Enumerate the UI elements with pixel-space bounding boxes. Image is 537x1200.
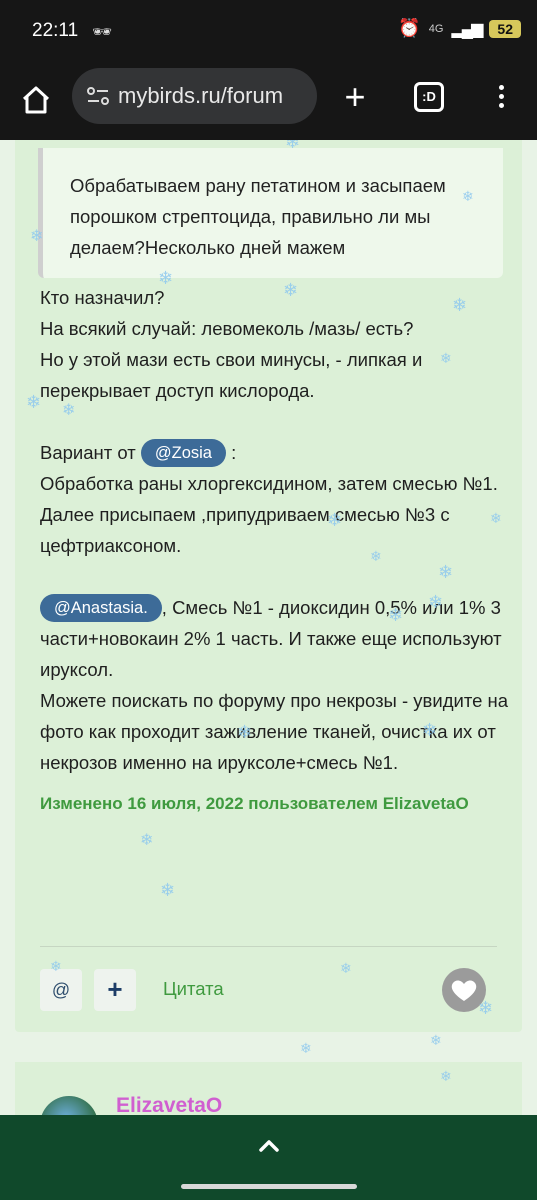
variant-suffix: : <box>231 442 237 463</box>
new-tab-button[interactable]: + <box>340 79 370 115</box>
chevron-up-icon <box>259 1140 279 1152</box>
signal-icon: ▂▄▆ <box>451 20 483 38</box>
mixture-paragraph: @Anastasia., Смесь №1 - диоксидин 0,5% и… <box>40 592 510 685</box>
multiquote-button[interactable]: + <box>94 969 136 1011</box>
post-line: Далее присыпаем ,припудриваем смесью №3 … <box>40 504 450 556</box>
bottom-navigation <box>0 1115 537 1200</box>
alarm-icon: ⏰ <box>398 18 421 38</box>
post-line: Обработка раны хлоргексидином, затем сме… <box>40 473 498 494</box>
variant-line: Вариант от @Zosia : <box>40 437 510 468</box>
post-line: Кто назначил? <box>40 287 165 308</box>
mention-anastasia[interactable]: @Anastasia. <box>40 594 162 622</box>
address-bar[interactable]: mybirds.ru/forum <box>72 68 317 124</box>
browser-menu-button[interactable] <box>494 82 508 118</box>
home-button[interactable] <box>18 82 54 118</box>
mention-button[interactable]: @ <box>40 969 82 1011</box>
url-text: mybirds.ru/forum <box>118 83 284 108</box>
mention-zosia[interactable]: @Zosia <box>140 439 226 467</box>
forum-page: Обрабатываем рану петатином и засыпаем п… <box>0 140 537 1200</box>
divider <box>40 946 497 947</box>
battery-indicator: 52 <box>489 19 521 38</box>
like-button[interactable] <box>442 968 486 1012</box>
gesture-handle[interactable] <box>181 1184 357 1189</box>
network-label: 4G <box>428 22 444 35</box>
quote-text: Обрабатываем рану петатином и засыпаем п… <box>70 175 446 258</box>
home-icon <box>22 86 50 114</box>
edited-note: Изменено 16 июля, 2022 пользователем Eli… <box>40 794 469 813</box>
incognito-icon: 🕶 <box>92 24 113 41</box>
status-icons: ⏰ 4G ▂▄▆ 52 <box>398 18 521 39</box>
tab-switcher-button[interactable]: :D <box>414 82 444 112</box>
variant-prefix: Вариант от <box>40 442 136 463</box>
necrosis-paragraph: Можете поискать по форуму про некрозы - … <box>40 690 509 773</box>
forum-post: Обрабатываем рану петатином и засыпаем п… <box>15 140 522 1032</box>
post-line: На всякий случай: левомеколь /мазь/ есть… <box>40 318 414 339</box>
scroll-to-top-button[interactable] <box>255 1135 283 1155</box>
status-bar: 22:11 🕶 ⏰ 4G ▂▄▆ 52 <box>0 0 537 60</box>
post-body: Кто назначил? На всякий случай: левомеко… <box>40 282 510 819</box>
quote-button[interactable]: Цитата <box>163 978 224 1000</box>
post-line: Но у этой мази есть свои минусы, - липка… <box>40 349 423 401</box>
site-settings-icon[interactable] <box>84 82 112 110</box>
browser-toolbar: mybirds.ru/forum + :D <box>0 60 537 140</box>
status-time: 22:11 <box>32 20 79 41</box>
heart-icon <box>451 980 477 1001</box>
quote-block: Обрабатываем рану петатином и засыпаем п… <box>38 148 503 278</box>
